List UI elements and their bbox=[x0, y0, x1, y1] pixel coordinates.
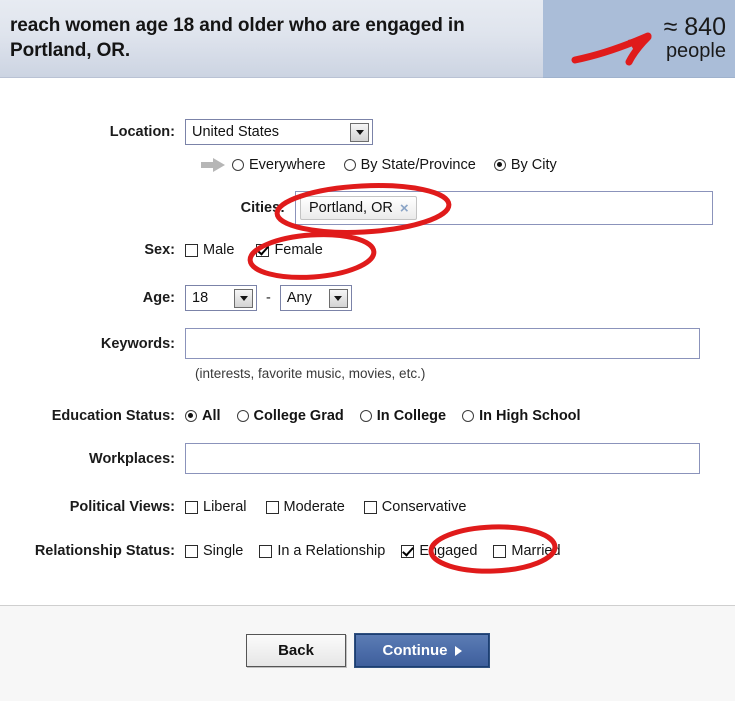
field-row-sex: Sex: Male Female bbox=[0, 242, 323, 258]
checkbox-icon-liberal[interactable] bbox=[185, 500, 198, 514]
header-bar: reach women age 18 and older who are eng… bbox=[0, 0, 735, 78]
age-range-separator: - bbox=[266, 290, 271, 306]
radio-label-edu-in-college: In College bbox=[376, 408, 447, 424]
radio-option-edu-college-grad[interactable]: College Grad bbox=[236, 408, 344, 424]
checkbox-label-moderate: Moderate bbox=[283, 499, 345, 515]
education-label: Education Status: bbox=[51, 408, 175, 424]
ad-targeting-form-page: reach women age 18 and older who are eng… bbox=[0, 0, 735, 701]
cities-input[interactable]: Portland, OR × bbox=[295, 191, 713, 225]
chevron-right-icon bbox=[454, 645, 462, 656]
footer-actions: Back Continue bbox=[0, 605, 735, 701]
radio-option-by-state[interactable]: By State/Province bbox=[343, 157, 476, 173]
field-row-keywords: Keywords: bbox=[0, 328, 700, 359]
field-row-location: Location: United States bbox=[0, 119, 373, 145]
checkbox-label-conservative: Conservative bbox=[381, 499, 467, 515]
field-row-relationship: Relationship Status: Single In a Relatio… bbox=[0, 543, 561, 559]
radio-label-edu-all: All bbox=[202, 408, 221, 424]
estimated-reach-count: ≈ 840 bbox=[663, 12, 726, 41]
radio-icon-edu-all[interactable] bbox=[185, 410, 197, 422]
header-summary-panel: reach women age 18 and older who are eng… bbox=[0, 0, 543, 78]
field-row-education: Education Status: All College Grad In Co… bbox=[0, 408, 581, 424]
workplaces-input[interactable] bbox=[185, 443, 700, 474]
age-from-select[interactable]: 18 bbox=[185, 285, 257, 311]
city-token-label: Portland, OR bbox=[309, 200, 393, 216]
radio-icon-edu-in-college[interactable] bbox=[359, 410, 372, 422]
checkbox-icon-married[interactable] bbox=[493, 544, 507, 558]
keywords-input[interactable] bbox=[185, 328, 700, 359]
checkbox-label-female: Female bbox=[274, 242, 323, 258]
age-to-value: Any bbox=[286, 290, 312, 306]
workplaces-label: Workplaces: bbox=[89, 450, 175, 467]
pointer-arrow-icon bbox=[200, 157, 226, 173]
chevron-down-icon[interactable] bbox=[328, 289, 348, 308]
field-row-workplaces: Workplaces: bbox=[0, 443, 700, 474]
radio-label-edu-high-school: In High School bbox=[479, 408, 581, 424]
checkbox-option-engaged[interactable]: Engaged bbox=[401, 543, 477, 559]
radio-icon-edu-college-grad[interactable] bbox=[236, 410, 249, 422]
radio-option-edu-in-college[interactable]: In College bbox=[359, 408, 447, 424]
cities-label: Cities: bbox=[240, 200, 285, 216]
checkbox-option-female[interactable]: Female bbox=[256, 242, 323, 258]
field-row-political: Political Views: Liberal Moderate Conser… bbox=[0, 499, 467, 515]
targeting-form: Location: United States Everywhere By St… bbox=[0, 79, 735, 605]
age-to-select[interactable]: Any bbox=[279, 285, 352, 311]
close-icon[interactable]: × bbox=[400, 201, 409, 216]
radio-option-everywhere[interactable]: Everywhere bbox=[232, 157, 326, 173]
radio-icon-by-city[interactable] bbox=[493, 159, 506, 171]
age-label: Age: bbox=[142, 290, 175, 306]
back-button[interactable]: Back bbox=[246, 634, 346, 667]
estimated-reach-panel: ≈ 840 people bbox=[543, 0, 735, 78]
checkbox-icon-engaged[interactable] bbox=[401, 544, 415, 558]
age-from-value: 18 bbox=[192, 290, 209, 306]
checkbox-label-liberal: Liberal bbox=[203, 499, 247, 515]
radio-label-by-state: By State/Province bbox=[360, 157, 476, 173]
checkbox-label-single: Single bbox=[203, 543, 244, 559]
estimated-reach-unit: people bbox=[665, 40, 726, 63]
radio-option-edu-all[interactable]: All bbox=[185, 408, 221, 424]
checkbox-label-engaged: Engaged bbox=[419, 543, 478, 559]
radio-icon-by-state[interactable] bbox=[343, 159, 356, 171]
field-row-cities: Cities: Portland, OR × bbox=[110, 191, 713, 225]
checkbox-icon-conservative[interactable] bbox=[363, 500, 377, 514]
location-select-value: United States bbox=[192, 124, 280, 140]
checkbox-option-single[interactable]: Single bbox=[185, 543, 243, 559]
checkbox-option-liberal[interactable]: Liberal bbox=[185, 499, 247, 515]
chevron-down-icon[interactable] bbox=[234, 289, 253, 308]
city-token[interactable]: Portland, OR × bbox=[300, 196, 417, 220]
radio-option-edu-high-school[interactable]: In High School bbox=[462, 408, 581, 424]
continue-button-label: Continue bbox=[382, 642, 448, 659]
continue-button[interactable]: Continue bbox=[354, 633, 490, 668]
keywords-hint: (interests, favorite music, movies, etc.… bbox=[195, 366, 426, 381]
field-row-location-scope: Everywhere By State/Province By City bbox=[200, 157, 557, 173]
political-label: Political Views: bbox=[69, 499, 175, 515]
location-label: Location: bbox=[109, 124, 175, 140]
chevron-down-icon[interactable] bbox=[350, 123, 369, 142]
checkbox-icon-in-a-relationship[interactable] bbox=[259, 544, 273, 558]
keywords-hint-row: (interests, favorite music, movies, etc.… bbox=[195, 366, 425, 381]
checkbox-label-male: Male bbox=[203, 242, 235, 258]
checkbox-option-in-a-relationship[interactable]: In a Relationship bbox=[259, 543, 385, 559]
checkbox-option-conservative[interactable]: Conservative bbox=[363, 499, 467, 515]
radio-icon-everywhere[interactable] bbox=[232, 159, 244, 171]
field-row-age: Age: 18 - Any bbox=[0, 285, 352, 311]
sex-label: Sex: bbox=[144, 242, 175, 258]
radio-label-everywhere: Everywhere bbox=[249, 157, 326, 173]
location-select[interactable]: United States bbox=[185, 119, 373, 145]
checkbox-label-in-a-relationship: In a Relationship bbox=[277, 543, 386, 559]
relationship-label: Relationship Status: bbox=[34, 543, 175, 559]
radio-label-by-city: By City bbox=[510, 157, 557, 173]
page-title: reach women age 18 and older who are eng… bbox=[10, 15, 465, 61]
checkbox-option-married[interactable]: Married bbox=[493, 543, 561, 559]
radio-label-edu-college-grad: College Grad bbox=[253, 408, 344, 424]
keywords-label: Keywords: bbox=[100, 335, 175, 352]
checkbox-label-married: Married bbox=[511, 543, 561, 559]
checkbox-option-male[interactable]: Male bbox=[185, 242, 234, 258]
checkbox-icon-moderate[interactable] bbox=[265, 500, 279, 514]
checkbox-icon-female[interactable] bbox=[256, 243, 270, 257]
checkbox-icon-single[interactable] bbox=[185, 544, 198, 558]
checkbox-icon-male[interactable] bbox=[185, 243, 198, 257]
radio-icon-edu-high-school[interactable] bbox=[462, 410, 475, 422]
radio-option-by-city[interactable]: By City bbox=[493, 157, 557, 173]
checkbox-option-moderate[interactable]: Moderate bbox=[265, 499, 345, 515]
